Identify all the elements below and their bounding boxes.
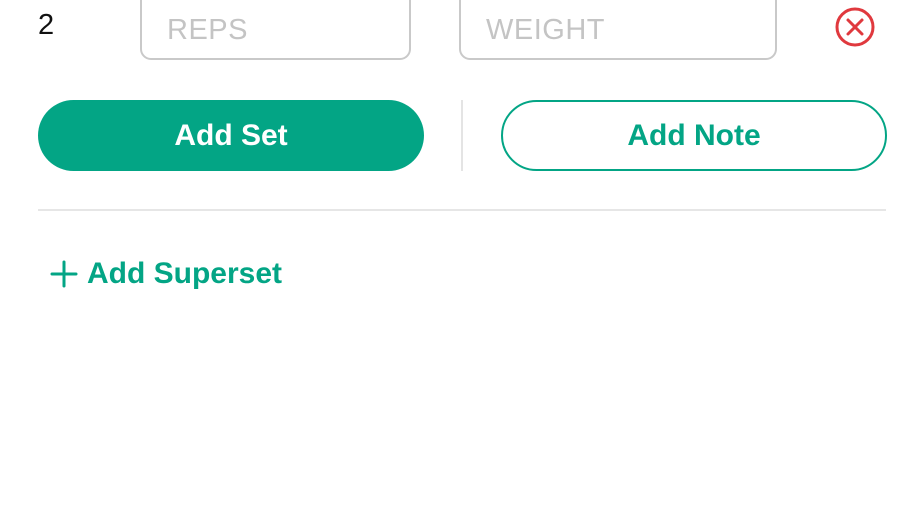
add-note-button[interactable]: Add Note (501, 100, 887, 171)
remove-set-button[interactable] (834, 6, 876, 48)
section-divider (38, 209, 886, 211)
close-circle-icon (835, 7, 875, 47)
set-number: 2 (38, 9, 55, 41)
plus-icon (50, 260, 78, 288)
reps-input[interactable] (140, 0, 411, 60)
add-superset-button[interactable]: Add Superset (50, 252, 282, 296)
vertical-divider (461, 100, 463, 171)
weight-input[interactable] (459, 0, 777, 60)
add-note-label: Add Note (627, 118, 761, 152)
add-superset-label: Add Superset (87, 257, 283, 290)
add-set-label: Add Set (174, 118, 288, 152)
add-set-button[interactable]: Add Set (38, 100, 424, 171)
